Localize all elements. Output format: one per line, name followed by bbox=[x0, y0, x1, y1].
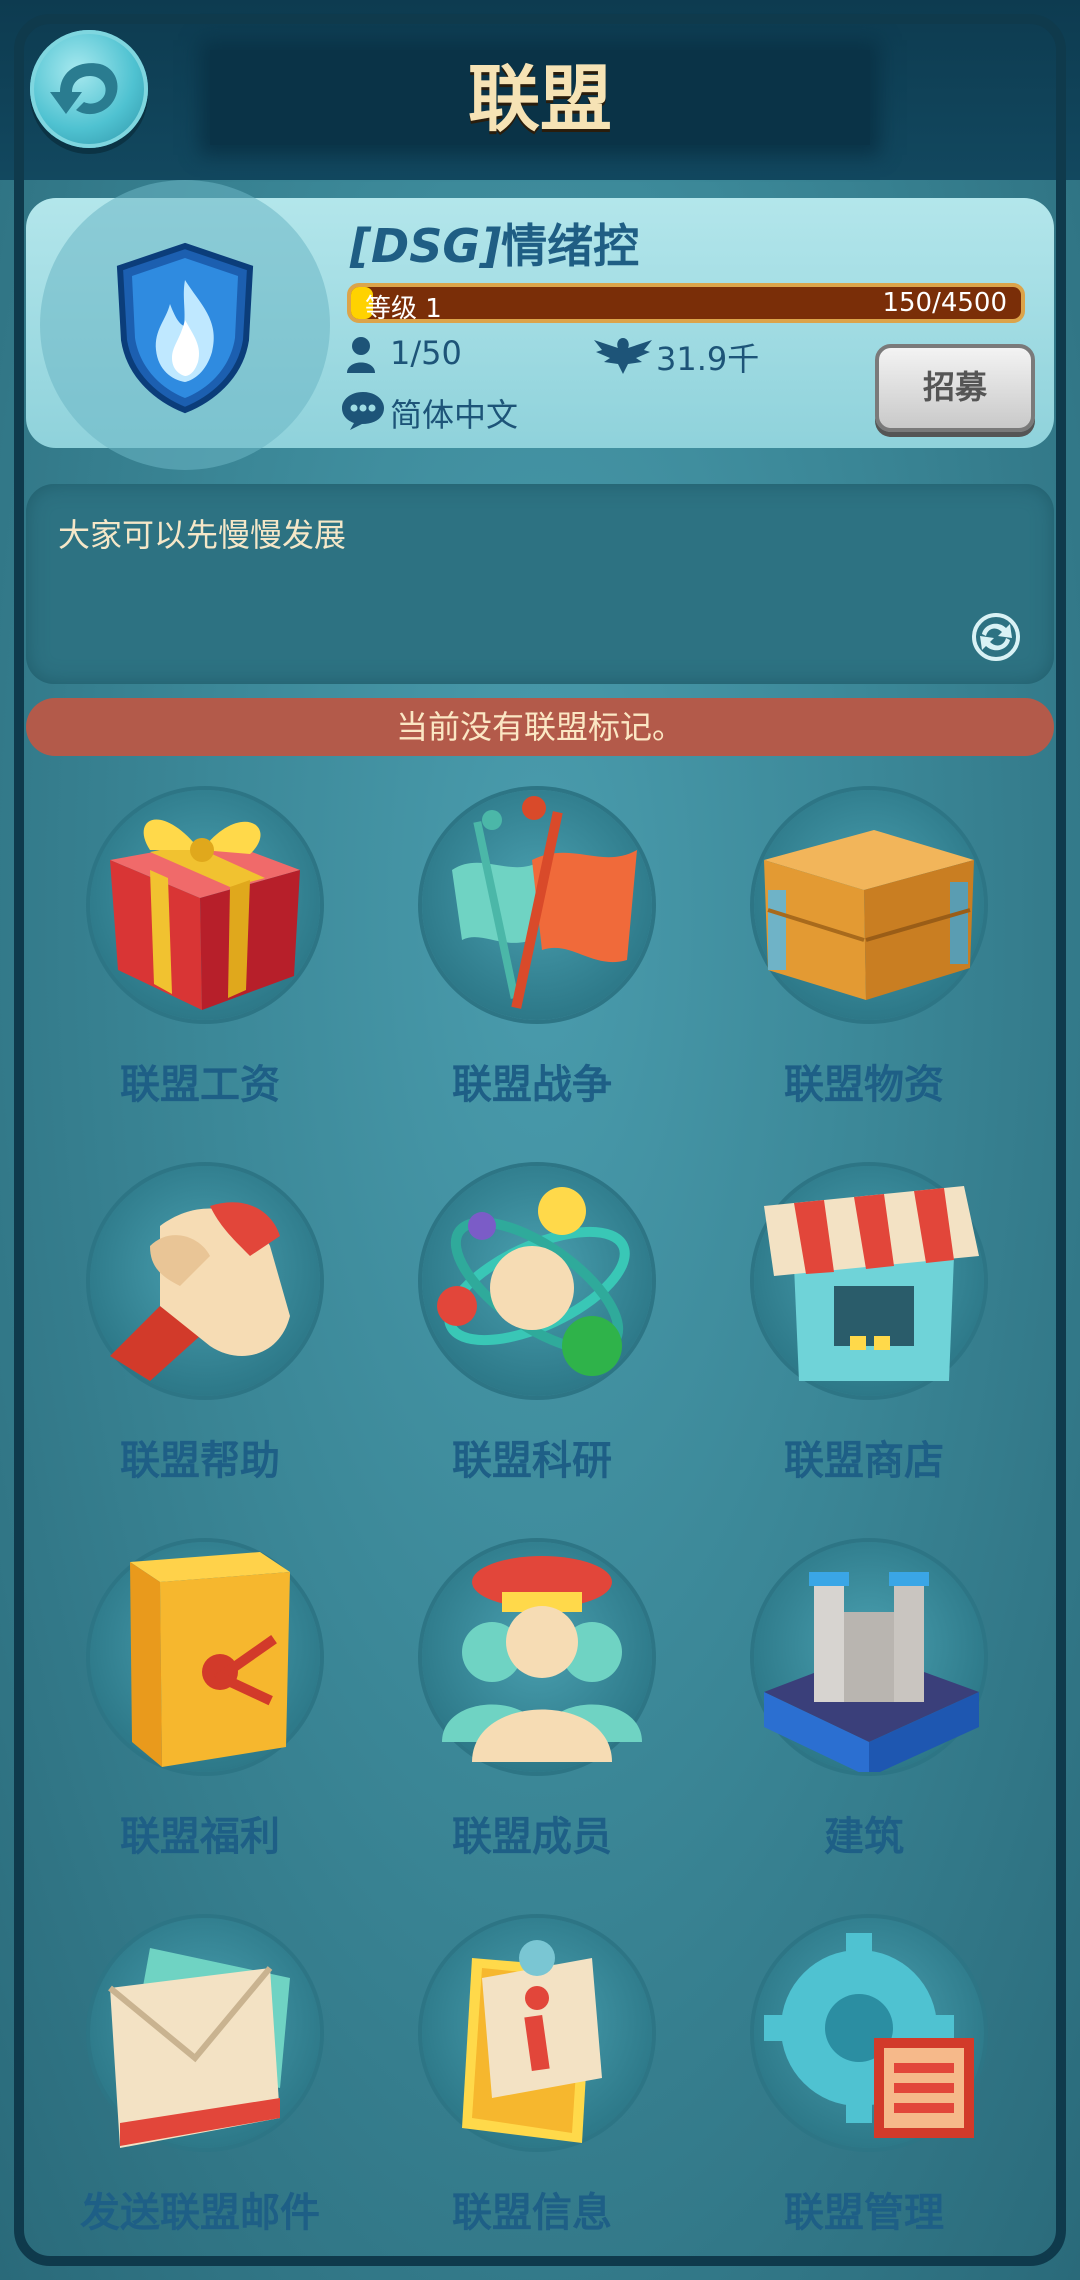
menu-label: 联盟工资 bbox=[120, 1062, 280, 1108]
info-clipboard-icon bbox=[462, 1940, 602, 2143]
menu-label: 联盟成员 bbox=[452, 1814, 612, 1860]
menu-label: 联盟信息 bbox=[452, 2190, 612, 2236]
menu-tile-members[interactable]: 联盟成员 bbox=[382, 1542, 682, 1882]
menu-label: 联盟管理 bbox=[784, 2190, 944, 2236]
gear-icon bbox=[764, 1933, 974, 2138]
menu-tile-mail[interactable]: 发送联盟邮件 bbox=[50, 1918, 350, 2258]
menu-tile-research[interactable]: 联盟科研 bbox=[382, 1166, 682, 1506]
menu-tile-management[interactable]: 联盟管理 bbox=[714, 1918, 1014, 2258]
menu-label: 联盟帮助 bbox=[120, 1438, 280, 1484]
menu-tile-welfare[interactable]: 联盟福利 bbox=[50, 1542, 350, 1882]
war-flag-icon bbox=[452, 796, 637, 1009]
menu-label: 联盟战争 bbox=[452, 1062, 612, 1108]
menu-tile-supplies[interactable]: 联盟物资 bbox=[714, 790, 1014, 1130]
castle-icon bbox=[764, 1572, 979, 1772]
members-icon bbox=[442, 1556, 642, 1762]
menu-tile-shop[interactable]: 联盟商店 bbox=[714, 1166, 1014, 1506]
menu-tile-buildings[interactable]: 建筑 bbox=[714, 1542, 1014, 1882]
menu-label: 联盟福利 bbox=[120, 1814, 280, 1860]
safe-icon bbox=[130, 1552, 290, 1767]
menu-label: 联盟商店 bbox=[784, 1438, 944, 1484]
menu-tile-info[interactable]: 联盟信息 bbox=[382, 1918, 682, 2258]
handshake-icon bbox=[110, 1202, 290, 1381]
menu-tile-war[interactable]: 联盟战争 bbox=[382, 790, 682, 1130]
menu-label: 发送联盟邮件 bbox=[80, 2190, 320, 2236]
menu-label: 建筑 bbox=[824, 1814, 904, 1860]
gift-icon bbox=[110, 819, 300, 1010]
menu-tile-salary[interactable]: 联盟工资 bbox=[50, 790, 350, 1130]
menu-label: 联盟科研 bbox=[452, 1438, 612, 1484]
menu-label: 联盟物资 bbox=[784, 1062, 944, 1108]
supply-crate-icon bbox=[764, 830, 974, 1000]
shop-icon bbox=[764, 1186, 979, 1381]
atom-icon bbox=[437, 1187, 630, 1376]
menu-tile-help[interactable]: 联盟帮助 bbox=[50, 1166, 350, 1506]
mail-icon bbox=[108, 1948, 290, 2148]
